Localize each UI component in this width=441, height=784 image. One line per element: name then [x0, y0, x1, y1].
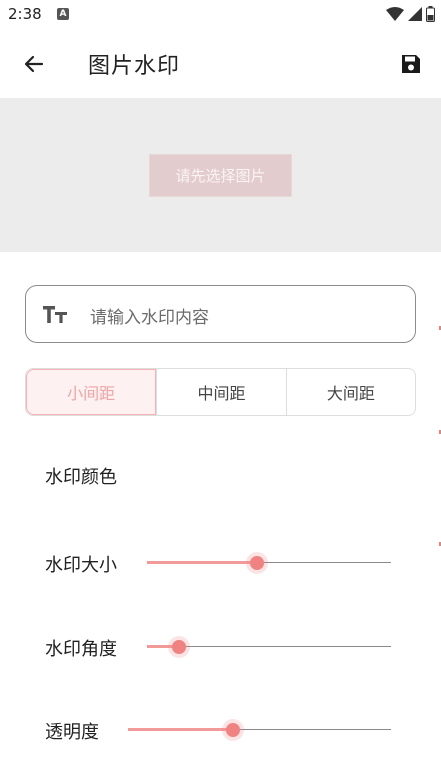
- spacing-option-large[interactable]: 大间距: [285, 369, 415, 415]
- page-title: 图片水印: [88, 54, 181, 79]
- slider-fill: [147, 561, 257, 564]
- slider-fill: [128, 728, 234, 731]
- watermark-angle-label: 水印角度: [45, 639, 117, 660]
- battery-icon: [426, 6, 435, 22]
- select-image-button[interactable]: 请先选择图片: [149, 154, 292, 197]
- arrow-left-icon: [24, 55, 44, 73]
- watermark-size-slider[interactable]: [147, 553, 391, 573]
- opacity-label: 透明度: [45, 722, 99, 743]
- text-size-icon: [43, 306, 67, 323]
- slider-thumb[interactable]: [249, 556, 264, 570]
- back-button[interactable]: [18, 50, 50, 78]
- floppy-save-icon: [402, 55, 420, 73]
- notification-icon: A: [57, 8, 69, 20]
- status-icons: [386, 6, 435, 22]
- wifi-icon: [386, 7, 404, 21]
- spacing-segmented-control: 小间距 中间距 大间距: [25, 368, 416, 416]
- slider-thumb[interactable]: [226, 723, 241, 737]
- app-bar: 图片水印: [0, 30, 441, 98]
- watermark-input-placeholder: 请输入水印内容: [90, 308, 209, 328]
- slider-thumb[interactable]: [171, 640, 186, 654]
- status-bar: 2:38 A: [0, 0, 441, 30]
- watermark-size-label: 水印大小: [45, 555, 117, 576]
- save-button[interactable]: [397, 50, 425, 78]
- status-time: 2:38: [8, 5, 42, 23]
- spacing-option-small[interactable]: 小间距: [26, 369, 157, 415]
- image-preview-area: 请先选择图片: [0, 98, 441, 252]
- watermark-color-label: 水印颜色: [45, 467, 117, 488]
- spacing-option-medium[interactable]: 中间距: [156, 369, 285, 415]
- watermark-angle-slider[interactable]: [147, 637, 391, 657]
- opacity-slider[interactable]: [128, 720, 391, 740]
- watermark-text-input[interactable]: 请输入水印内容: [25, 285, 416, 343]
- signal-icon: [408, 7, 422, 21]
